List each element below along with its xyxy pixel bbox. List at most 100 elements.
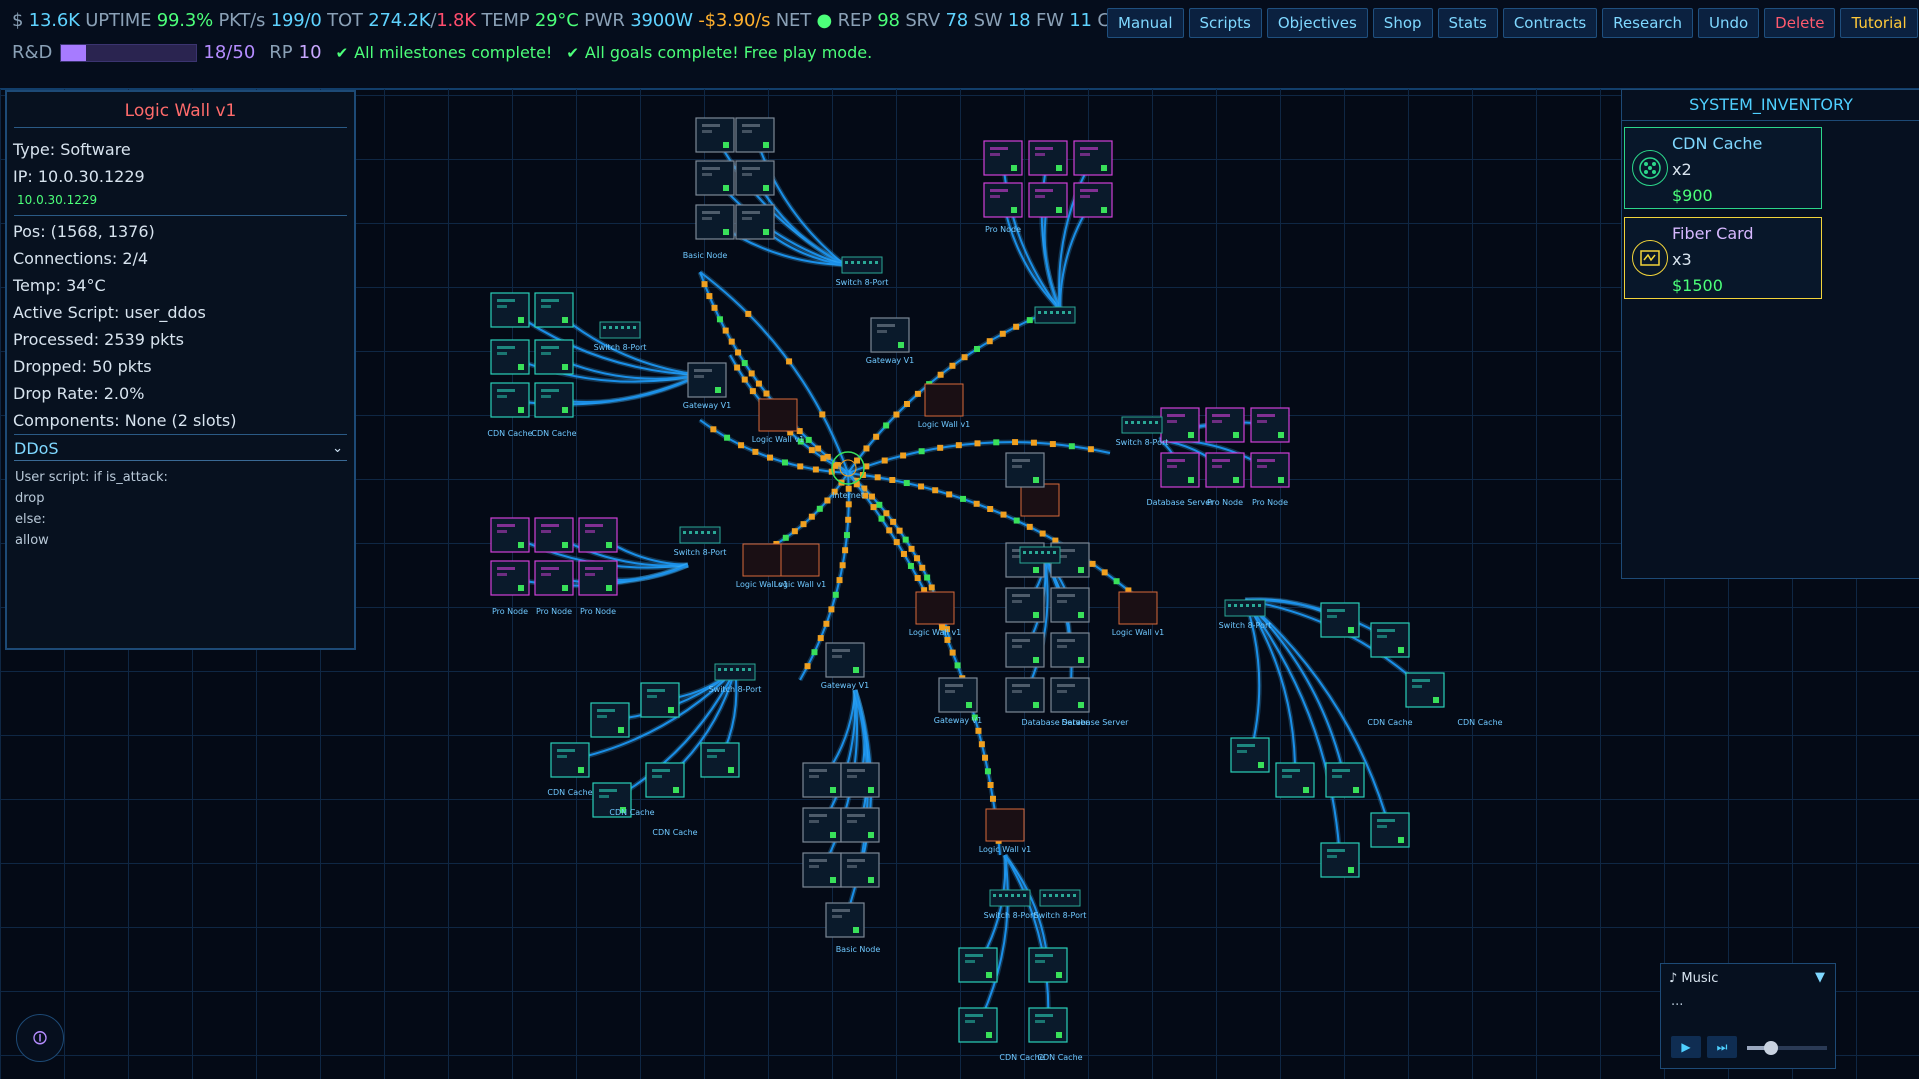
node-led (541, 346, 559, 349)
node-components: Components: None (2 slots) (13, 411, 237, 430)
node-status-light (763, 229, 769, 235)
volume-slider[interactable] (1747, 1041, 1827, 1055)
switch-port (689, 531, 692, 534)
switch-node (989, 889, 1031, 907)
switch-port (1258, 604, 1261, 607)
volume-knob[interactable] (1764, 1041, 1778, 1055)
cdn-icon (1632, 150, 1668, 186)
node-status-light (1078, 612, 1084, 618)
next-track-button[interactable]: ⏭ (1707, 1036, 1737, 1058)
node-label: Logic Wall v1 (752, 435, 805, 444)
node-led (809, 859, 827, 862)
packet (823, 620, 830, 627)
packet (808, 447, 815, 454)
packet (876, 501, 883, 508)
inventory-item-fiber-card[interactable]: Fiber Card x3 $1500 (1624, 217, 1822, 299)
packet (845, 501, 852, 508)
node-led (1377, 629, 1395, 632)
switch-port (701, 531, 704, 534)
script-select[interactable]: DDoS ⌄ (14, 438, 347, 461)
firewall-node (915, 591, 955, 625)
packet (755, 380, 762, 387)
item-qty: x3 (1672, 250, 1692, 269)
node-led (702, 217, 712, 220)
node-led (1012, 639, 1030, 642)
packet (1049, 441, 1056, 448)
packet (1013, 323, 1020, 330)
packet (738, 442, 745, 449)
packet (797, 463, 804, 470)
packet (832, 462, 839, 469)
node-status-light (723, 229, 729, 235)
node-status-light (1056, 207, 1062, 213)
node-ip: IP: 10.0.30.1229 (13, 167, 145, 186)
packet (824, 497, 831, 504)
node-status-light (830, 877, 836, 883)
packet (907, 562, 914, 569)
inventory-item-cdn-cache[interactable]: CDN Cache x2 $900 (1624, 127, 1822, 209)
packet (820, 455, 827, 462)
node-led (945, 684, 963, 687)
packet (949, 362, 956, 369)
node-status-light (830, 787, 836, 793)
chevron-down-icon: ⌄ (332, 441, 343, 456)
packet (811, 649, 818, 656)
switch-node (599, 321, 641, 339)
collapse-icon[interactable]: ▼ (1815, 970, 1825, 985)
node-label: CDN Cache (547, 788, 592, 797)
node-led (1035, 954, 1053, 957)
firewall-node (742, 543, 782, 577)
packet (984, 768, 991, 775)
packet (832, 591, 839, 598)
switch-port (1023, 551, 1026, 554)
node-led (832, 655, 842, 658)
switch-node (679, 526, 721, 544)
node-led (1080, 195, 1090, 198)
packet (1026, 523, 1033, 530)
node-link-glow (1002, 853, 1051, 1026)
packet (701, 281, 708, 288)
node-status-light (1056, 972, 1062, 978)
node-label: Internet (832, 491, 864, 500)
play-button[interactable]: ▶ (1671, 1036, 1701, 1058)
node-status-light (966, 702, 972, 708)
node-label: Switch 8-Port (674, 548, 727, 557)
node-led (1035, 1020, 1045, 1023)
node-status-light (518, 542, 524, 548)
node-label: CDN Cache (531, 429, 576, 438)
switch-port (1252, 604, 1255, 607)
node-status-light (1188, 477, 1194, 483)
switch-port (713, 531, 716, 534)
node-led (1035, 195, 1045, 198)
switch-port (609, 326, 612, 329)
node-led (1212, 459, 1230, 462)
divider (1622, 120, 1919, 121)
packet (1030, 439, 1037, 446)
node-led (497, 299, 515, 302)
node-status-light (868, 787, 874, 793)
node-status-light (518, 364, 524, 370)
packet (890, 518, 897, 525)
packet (804, 663, 811, 670)
switch-node (714, 663, 756, 681)
node-led (585, 524, 603, 527)
power-icon[interactable]: ⏼ (16, 1014, 64, 1062)
switch-port (1011, 894, 1014, 897)
node-status-light (1433, 697, 1439, 703)
node-status-light (1033, 477, 1039, 483)
packet (883, 422, 890, 429)
node-status-light (723, 185, 729, 191)
item-name: CDN Cache (1672, 134, 1763, 153)
node-led (1377, 819, 1395, 822)
node-led (1257, 459, 1275, 462)
switch-node (1034, 306, 1076, 324)
switch-node (1019, 546, 1061, 564)
packet (854, 457, 861, 464)
packet (763, 390, 770, 397)
node-led (541, 573, 551, 576)
node-status-light (853, 667, 859, 673)
node-led (847, 820, 857, 823)
node-title: Logic Wall v1 (124, 101, 237, 121)
packet (918, 483, 925, 490)
script-code-line: else: (15, 512, 46, 527)
